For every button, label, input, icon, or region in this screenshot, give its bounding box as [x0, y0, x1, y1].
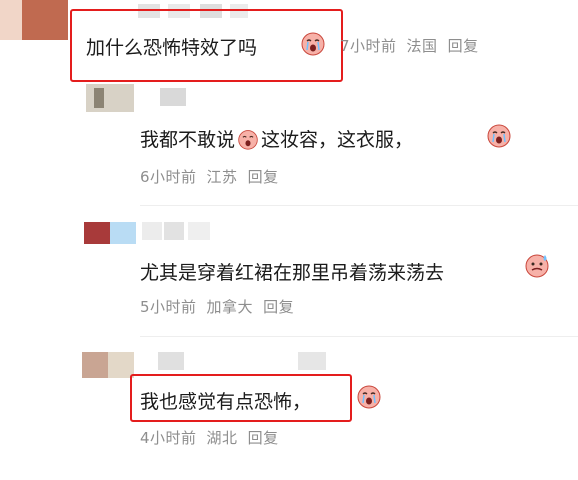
comment-text-part2: 这妆容，这衣服，: [261, 129, 414, 151]
avatar[interactable]: [84, 222, 136, 244]
reply-button[interactable]: 回复: [263, 298, 294, 316]
crying-face-icon: [238, 130, 258, 150]
comment-text: 尤其是穿着红裙在那里吊着荡来荡去: [140, 262, 445, 284]
sweating-face-icon: [525, 254, 549, 278]
location: 法国: [406, 37, 438, 55]
comment-text-part1: 我都不敢说: [140, 129, 236, 151]
avatar[interactable]: [0, 0, 68, 40]
reply-button[interactable]: 回复: [448, 37, 479, 55]
comment-meta: 6小时前 江苏 回复: [140, 166, 289, 187]
crying-face-icon: [487, 124, 511, 148]
avatar[interactable]: [82, 352, 134, 378]
comment-meta: 4小时前 湖北 回复: [140, 427, 289, 448]
avatar[interactable]: [86, 84, 134, 112]
timestamp: 6小时前: [140, 168, 197, 186]
timestamp: 7小时前: [340, 37, 397, 55]
username-blurred[interactable]: [158, 352, 328, 370]
location: 湖北: [206, 429, 238, 447]
comment-meta: 7小时前 法国 回复: [340, 35, 489, 56]
reply-button[interactable]: 回复: [248, 429, 279, 447]
location: 加拿大: [206, 298, 254, 316]
comment-text: 我也感觉有点恐怖，: [140, 391, 312, 413]
comment-text: 我都不敢说 这妆容，这衣服，: [140, 125, 413, 152]
divider: [140, 205, 578, 206]
comment-meta: 5小时前 加拿大 回复: [140, 296, 304, 317]
location: 江苏: [206, 168, 238, 186]
crying-face-icon: [301, 32, 325, 56]
comment-text: 加什么恐怖特效了吗: [86, 37, 258, 59]
divider: [140, 336, 578, 337]
username-blurred[interactable]: [160, 88, 190, 106]
crying-face-icon: [357, 385, 381, 409]
timestamp: 5小时前: [140, 298, 197, 316]
username-blurred[interactable]: [142, 222, 212, 240]
reply-button[interactable]: 回复: [248, 168, 279, 186]
timestamp: 4小时前: [140, 429, 197, 447]
